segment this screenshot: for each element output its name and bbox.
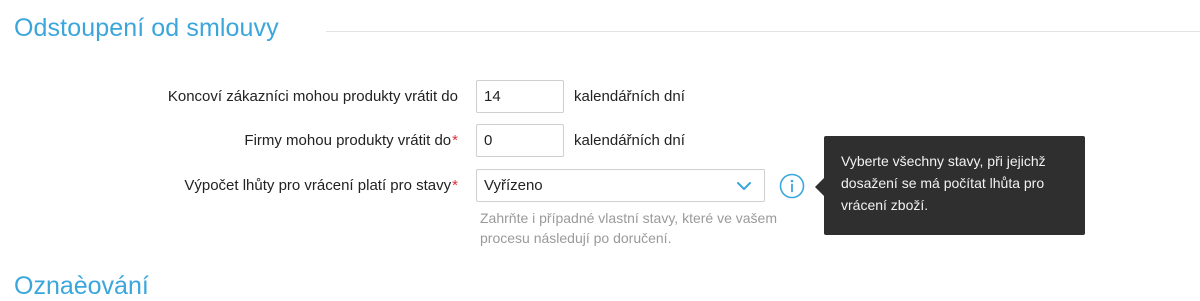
required-asterisk: * xyxy=(452,132,458,149)
companies-unit: kalendářních dní xyxy=(574,132,685,149)
info-tooltip: Vyberte všechny stavy, při jejichž dosaž… xyxy=(824,136,1085,235)
statuses-label-text: Výpočet lhůty pro vrácení platí pro stav… xyxy=(184,177,452,194)
section-title: Odstoupení od smlouvy xyxy=(14,14,279,42)
section-divider xyxy=(326,31,1200,32)
statuses-label: Výpočet lhůty pro vrácení platí pro stav… xyxy=(184,177,458,194)
companies-days-input[interactable] xyxy=(476,124,564,157)
end-customers-unit: kalendářních dní xyxy=(574,88,685,105)
tooltip-text: Vyberte všechny stavy, při jejichž dosaž… xyxy=(841,153,1046,213)
end-customers-days-input[interactable] xyxy=(476,80,564,113)
required-asterisk: * xyxy=(452,177,458,194)
end-customers-label: Koncoví zákazníci mohou produkty vrátit … xyxy=(168,88,458,105)
end-customers-label-text: Koncoví zákazníci mohou produkty vrátit … xyxy=(167,88,458,105)
tooltip-arrow xyxy=(815,178,824,196)
next-section-title: Oznaèování xyxy=(14,272,149,300)
statuses-hint: Zahrňte i případné vlastní stavy, které … xyxy=(480,210,777,246)
companies-label-text: Firmy mohou produkty vrátit do xyxy=(244,132,452,149)
chevron-down-icon xyxy=(737,182,751,190)
status-select-value: Vyřízeno xyxy=(484,177,543,194)
info-icon[interactable] xyxy=(779,173,805,199)
status-select[interactable]: Vyřízeno xyxy=(476,169,765,202)
companies-label: Firmy mohou produkty vrátit do* xyxy=(244,132,458,149)
